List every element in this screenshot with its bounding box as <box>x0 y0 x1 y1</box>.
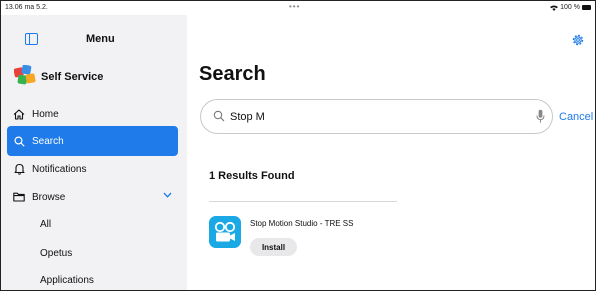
sidebar: Menu Self Service Home Search Notificati… <box>1 15 187 290</box>
cancel-button[interactable]: Cancel <box>559 111 593 123</box>
sidebar-item-label: Browse <box>32 191 66 203</box>
gear-icon[interactable] <box>571 33 585 47</box>
search-input[interactable] <box>230 109 520 125</box>
status-time: 13.06 ma 5.2. <box>5 4 48 11</box>
install-button[interactable]: Install <box>250 238 297 256</box>
search-icon <box>213 110 225 122</box>
sidebar-toggle-icon[interactable] <box>25 33 38 45</box>
sidebar-item-search[interactable]: Search <box>7 126 178 156</box>
main-content: Search Cancel 1 Results Found Stop Motio… <box>187 15 595 290</box>
sidebar-item-label: Search <box>32 135 64 147</box>
chevron-down-icon[interactable] <box>163 192 172 198</box>
battery-icon <box>582 5 591 10</box>
status-indicators: 100 % <box>550 4 591 11</box>
list-item[interactable]: Stop Motion Studio - TRE SS Install <box>209 216 409 276</box>
app-name: Self Service <box>41 71 104 83</box>
sidebar-subitem-opetus[interactable]: Opetus <box>40 248 72 259</box>
sidebar-item-notifications[interactable]: Notifications <box>7 154 178 184</box>
camera-app-icon <box>209 216 241 248</box>
search-field[interactable] <box>200 99 553 134</box>
sidebar-subitem-all[interactable]: All <box>40 219 51 230</box>
search-icon <box>12 135 26 147</box>
sidebar-item-label: Home <box>32 108 59 120</box>
wifi-icon <box>550 5 559 11</box>
battery-percent: 100 % <box>560 4 580 11</box>
status-bar: 13.06 ma 5.2. ••• 100 % <box>1 1 595 15</box>
result-title: Stop Motion Studio - TRE SS <box>250 219 354 228</box>
folder-icon <box>12 192 26 202</box>
sidebar-item-label: Notifications <box>32 163 87 175</box>
microphone-icon[interactable] <box>536 109 545 124</box>
page-title: Search <box>199 63 266 85</box>
sidebar-item-home[interactable]: Home <box>7 99 178 129</box>
sidebar-subitem-applications[interactable]: Applications <box>40 275 94 286</box>
divider <box>209 201 397 202</box>
home-icon <box>12 108 26 120</box>
results-count: 1 Results Found <box>209 170 295 182</box>
bell-icon <box>12 163 26 175</box>
app-frame: 13.06 ma 5.2. ••• 100 % Menu Self Servic… <box>0 0 596 291</box>
multitasking-dots[interactable]: ••• <box>289 2 300 11</box>
sidebar-title: Menu <box>86 33 115 45</box>
self-service-logo-icon <box>14 65 36 85</box>
sidebar-item-browse[interactable]: Browse <box>7 182 178 212</box>
